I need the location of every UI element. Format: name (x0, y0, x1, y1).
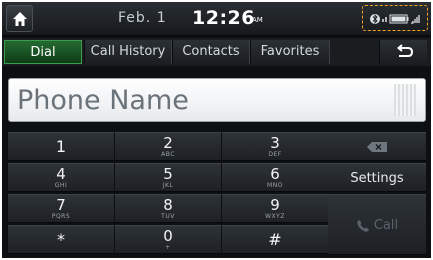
key-1[interactable]: 1 (8, 132, 114, 161)
key-letters: ABC (161, 151, 175, 158)
key-7[interactable]: 7 PQRS (8, 194, 114, 223)
key-digit: 5 (163, 165, 173, 183)
screen-frame: Feb. 1 12:26 AM Dial Call History Contac… (0, 0, 433, 260)
input-scroll-indicator (394, 84, 416, 116)
key-hash[interactable]: # (222, 225, 328, 254)
key-letters: DEF (268, 151, 282, 158)
phone-handset-icon (357, 219, 369, 232)
key-digit: * (57, 230, 65, 249)
dial-screen: Feb. 1 12:26 AM Dial Call History Contac… (2, 2, 431, 258)
tab-favorites[interactable]: Favorites (250, 40, 330, 64)
key-digit: 4 (56, 165, 66, 183)
key-digit: 1 (55, 137, 67, 156)
home-button[interactable] (6, 5, 33, 32)
key-4[interactable]: 4 GHI (8, 163, 114, 192)
key-letters: GHI (54, 182, 68, 189)
date-display: Feb. 1 (118, 10, 167, 26)
delete-button[interactable] (328, 132, 426, 161)
backspace-icon (367, 142, 387, 152)
key-3[interactable]: 3 DEF (222, 132, 328, 161)
tab-bar: Dial Call History Contacts Favorites (2, 38, 431, 66)
back-arrow-icon (396, 44, 414, 57)
key-star[interactable]: * (8, 225, 114, 254)
phone-name-input[interactable] (17, 83, 387, 117)
key-digit: 3 (270, 134, 280, 152)
key-letters: JKL (162, 182, 174, 189)
clock-display: 12:26 (192, 7, 255, 29)
key-digit: 2 (163, 134, 173, 152)
am-pm-indicator: AM (252, 16, 263, 24)
key-letters: TUV (161, 213, 175, 220)
key-digit: 0 (163, 227, 173, 245)
key-digit: # (268, 230, 282, 249)
key-6[interactable]: 6 MNO (222, 163, 328, 192)
key-letters: + (165, 244, 171, 251)
tab-dial[interactable]: Dial (4, 40, 82, 64)
home-icon (13, 12, 27, 26)
bluetooth-battery-signal-icon (370, 14, 420, 24)
key-8[interactable]: 8 TUV (115, 194, 221, 223)
key-2[interactable]: 2 ABC (115, 132, 221, 161)
tab-contacts[interactable]: Contacts (172, 40, 250, 64)
settings-button[interactable]: Settings (328, 163, 426, 192)
key-digit: 9 (270, 196, 280, 214)
key-letters: PQRS (51, 213, 71, 220)
key-0[interactable]: 0 + (115, 225, 221, 254)
tab-call-history[interactable]: Call History (84, 40, 172, 64)
call-button[interactable]: Call (328, 194, 426, 255)
key-digit: 8 (163, 196, 173, 214)
key-digit: 7 (56, 196, 66, 214)
key-5[interactable]: 5 JKL (115, 163, 221, 192)
status-bar: Feb. 1 12:26 AM (2, 2, 431, 36)
key-9[interactable]: 9 WXYZ (222, 194, 328, 223)
status-icons (362, 5, 428, 31)
key-letters: MNO (267, 182, 283, 189)
dial-keypad: 1 2 ABC 3 DEF 4 GHI 5 JKL 6 MNO 7 PQRS 8… (8, 132, 426, 256)
key-digit: 6 (270, 165, 280, 183)
call-label: Call (373, 218, 399, 233)
key-letters: WXYZ (265, 213, 285, 220)
phone-name-field[interactable] (8, 78, 426, 122)
back-button[interactable] (379, 40, 427, 64)
